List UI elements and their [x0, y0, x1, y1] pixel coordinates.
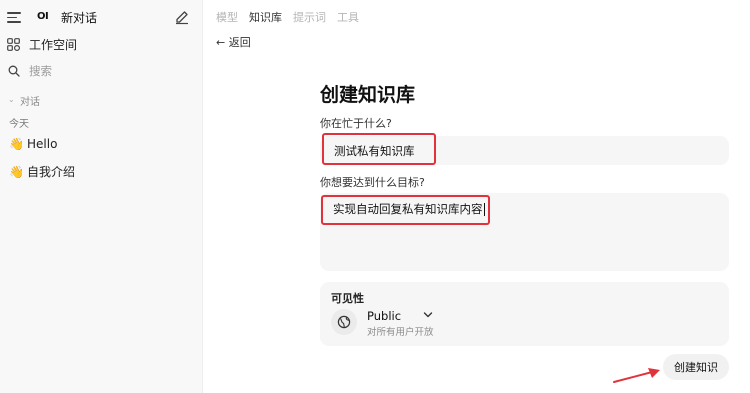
edit-icon[interactable] — [174, 9, 190, 25]
visibility-description: 对所有用户开放 — [367, 327, 434, 338]
new-chat-link[interactable]: 新对话 — [61, 9, 97, 26]
date-group-label: 今天 — [9, 119, 29, 130]
search-icon — [8, 65, 20, 77]
chevron-down-icon[interactable]: ⌄ — [8, 95, 15, 104]
back-button[interactable]: ← 返回 — [216, 34, 251, 50]
highlight-box — [321, 195, 490, 225]
workspace-icon — [7, 38, 20, 51]
chat-title: Hello — [27, 137, 58, 151]
create-knowledge-button[interactable]: 创建知识 — [663, 354, 729, 380]
tab-tools[interactable]: 工具 — [337, 9, 359, 25]
visibility-select[interactable]: Public — [367, 309, 401, 323]
menu-icon[interactable] — [7, 12, 21, 23]
search-input[interactable]: 搜索 — [29, 63, 52, 79]
chevron-down-icon[interactable] — [423, 311, 433, 319]
tab-models[interactable]: 模型 — [216, 9, 238, 25]
page-title: 创建知识库 — [320, 84, 416, 106]
workspace-link[interactable]: 工作空间 — [29, 36, 77, 53]
q2-label: 你想要达到什么目标? — [320, 176, 425, 189]
app-logo[interactable]: OI — [37, 11, 49, 22]
sidebar: OI 新对话 工作空间 搜索 ⌄ 对话 今天 👋 Hello 👋 自我介绍 — [0, 0, 203, 393]
workspace-tabs: 模型 知识库 提示词 工具 — [216, 9, 359, 25]
wave-icon: 👋 — [9, 164, 24, 179]
q1-label: 你在忙于什么? — [320, 117, 392, 130]
wave-icon: 👋 — [9, 137, 24, 151]
globe-icon — [331, 309, 357, 335]
tab-prompts[interactable]: 提示词 — [293, 9, 326, 25]
section-label-chats[interactable]: 对话 — [20, 93, 40, 108]
visibility-title: 可见性 — [331, 292, 364, 305]
chat-title: 自我介绍 — [27, 165, 76, 179]
highlight-box — [322, 133, 436, 165]
chat-item-hello[interactable]: 👋 Hello — [9, 137, 57, 151]
chat-item-intro[interactable]: 👋 自我介绍 — [9, 163, 75, 180]
tab-knowledge[interactable]: 知识库 — [249, 9, 282, 25]
annotation-arrow-icon — [613, 368, 660, 383]
